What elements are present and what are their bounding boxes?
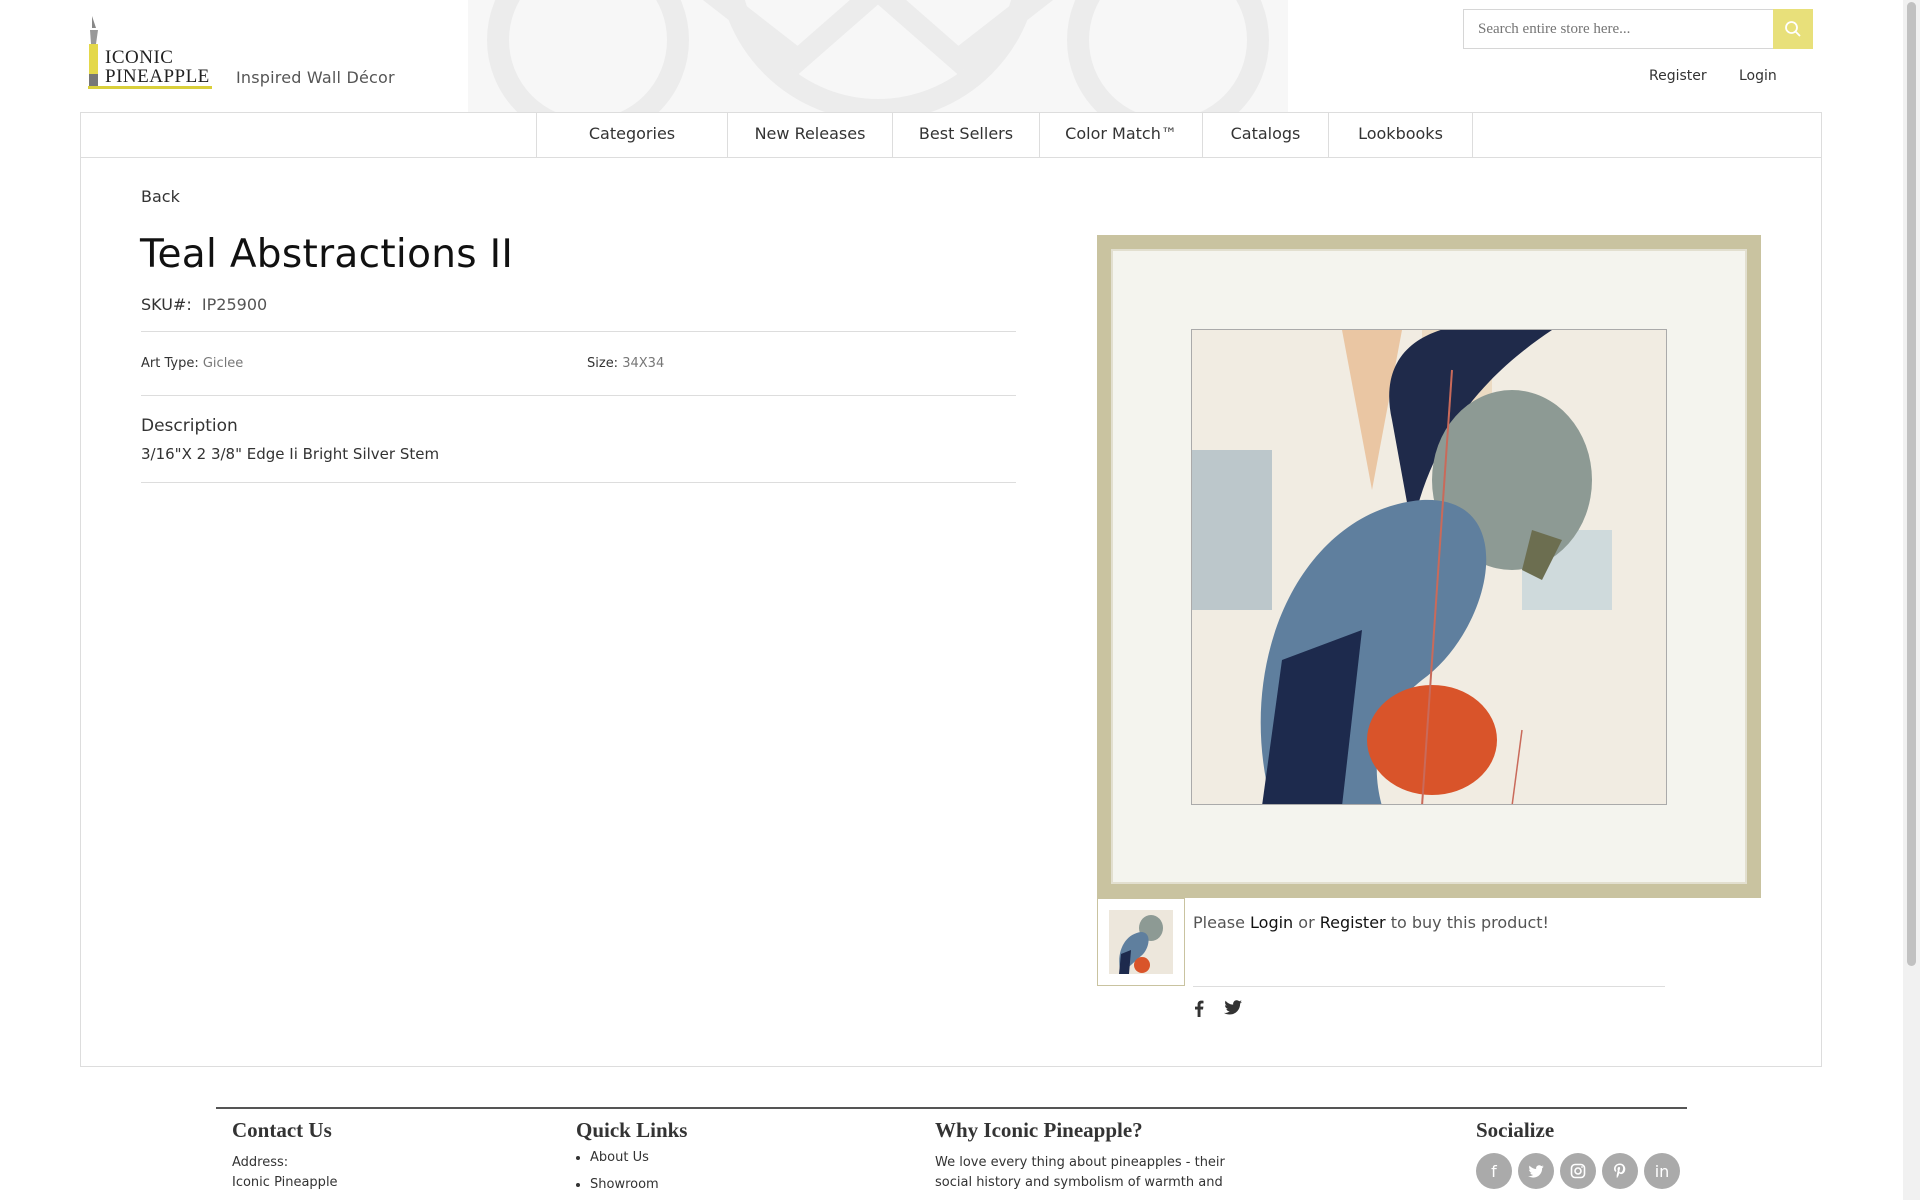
art-type: Art Type: Giclee: [141, 356, 243, 371]
nav-new-releases[interactable]: New Releases: [728, 113, 893, 157]
product-image[interactable]: [1097, 235, 1761, 898]
divider: [1193, 986, 1665, 987]
address-line: Iconic Pineapple: [232, 1175, 338, 1190]
nav-color-match[interactable]: Color Match™: [1040, 113, 1203, 157]
address-label: Address:: [232, 1155, 289, 1170]
divider: [141, 482, 1016, 483]
size-label: Size:: [587, 356, 619, 371]
art-type-value: Giclee: [202, 356, 244, 371]
buy-login-link[interactable]: Login: [1250, 913, 1293, 932]
footer-why-text: We love every thing about pineapples - t…: [935, 1155, 1225, 1190]
thumbnail-image: [1109, 910, 1173, 974]
social-facebook-icon[interactable]: f: [1476, 1153, 1512, 1189]
logo-text-bottom: PINEAPPLE: [105, 66, 210, 87]
social-twitter-icon[interactable]: [1518, 1153, 1554, 1189]
share-twitter-icon[interactable]: [1224, 1000, 1242, 1020]
image-mat: [1111, 249, 1747, 884]
divider: [141, 395, 1016, 396]
quicklink-about-us[interactable]: About Us: [590, 1150, 659, 1165]
search-box: [1463, 9, 1813, 49]
art-type-label: Art Type:: [141, 356, 199, 371]
footer-socialize-heading: Socialize: [1476, 1118, 1555, 1142]
header-background-ornament: [468, 0, 1288, 112]
nav-catalogs[interactable]: Catalogs: [1203, 113, 1329, 157]
back-link[interactable]: Back: [141, 187, 180, 206]
page-scrollbar[interactable]: [1903, 0, 1920, 1200]
sku-label: SKU#:: [141, 295, 192, 314]
search-input[interactable]: [1464, 10, 1769, 48]
login-link[interactable]: Login: [1739, 68, 1777, 84]
nav-best-sellers[interactable]: Best Sellers: [893, 113, 1040, 157]
social-instagram-icon[interactable]: [1560, 1153, 1596, 1189]
size: Size: 34X34: [587, 356, 664, 371]
main-nav: Categories New Releases Best Sellers Col…: [81, 113, 1821, 158]
buy-or: or: [1298, 913, 1315, 932]
footer-quicklinks-heading: Quick Links: [576, 1118, 688, 1142]
scrollbar-thumb[interactable]: [1907, 2, 1916, 966]
footer-quicklinks: About Us Showroom: [574, 1150, 659, 1204]
nav-categories[interactable]: Categories: [536, 113, 728, 157]
search-button[interactable]: [1773, 9, 1813, 49]
search-icon: [1785, 21, 1801, 37]
description-heading: Description: [141, 416, 238, 436]
buy-prefix: Please: [1193, 913, 1245, 932]
nav-lookbooks[interactable]: Lookbooks: [1329, 113, 1473, 157]
register-link[interactable]: Register: [1649, 68, 1707, 84]
tagline: Inspired Wall Décor: [236, 68, 395, 87]
social-pinterest-icon[interactable]: [1602, 1153, 1638, 1189]
footer-why-heading: Why Iconic Pineapple?: [935, 1118, 1143, 1142]
size-value: 34X34: [622, 356, 665, 371]
quicklink-showroom[interactable]: Showroom: [590, 1177, 659, 1192]
footer-contact-heading: Contact Us: [232, 1118, 332, 1142]
artwork-painting: [1191, 329, 1667, 805]
share-facebook-icon[interactable]: [1194, 1000, 1204, 1022]
product-thumbnail[interactable]: [1097, 898, 1185, 986]
buy-prompt: Please Login or Register to buy this pro…: [1193, 913, 1549, 932]
buy-suffix: to buy this product!: [1390, 913, 1549, 932]
social-linkedin-icon[interactable]: in: [1644, 1153, 1680, 1189]
buy-register-link[interactable]: Register: [1320, 913, 1386, 932]
description-text: 3/16"X 2 3/8" Edge Ii Bright Silver Stem: [141, 445, 440, 463]
product-title: Teal Abstractions II: [140, 232, 514, 277]
logo-text-top: ICONIC: [105, 47, 174, 68]
footer-divider: [216, 1107, 1687, 1109]
product-sku: SKU#: IP25900: [141, 295, 267, 314]
divider: [141, 331, 1016, 332]
site-logo[interactable]: ICONIC PINEAPPLE: [88, 14, 214, 90]
sku-value: IP25900: [201, 295, 268, 314]
footer-address: Address: Iconic Pineapple: [232, 1153, 338, 1193]
